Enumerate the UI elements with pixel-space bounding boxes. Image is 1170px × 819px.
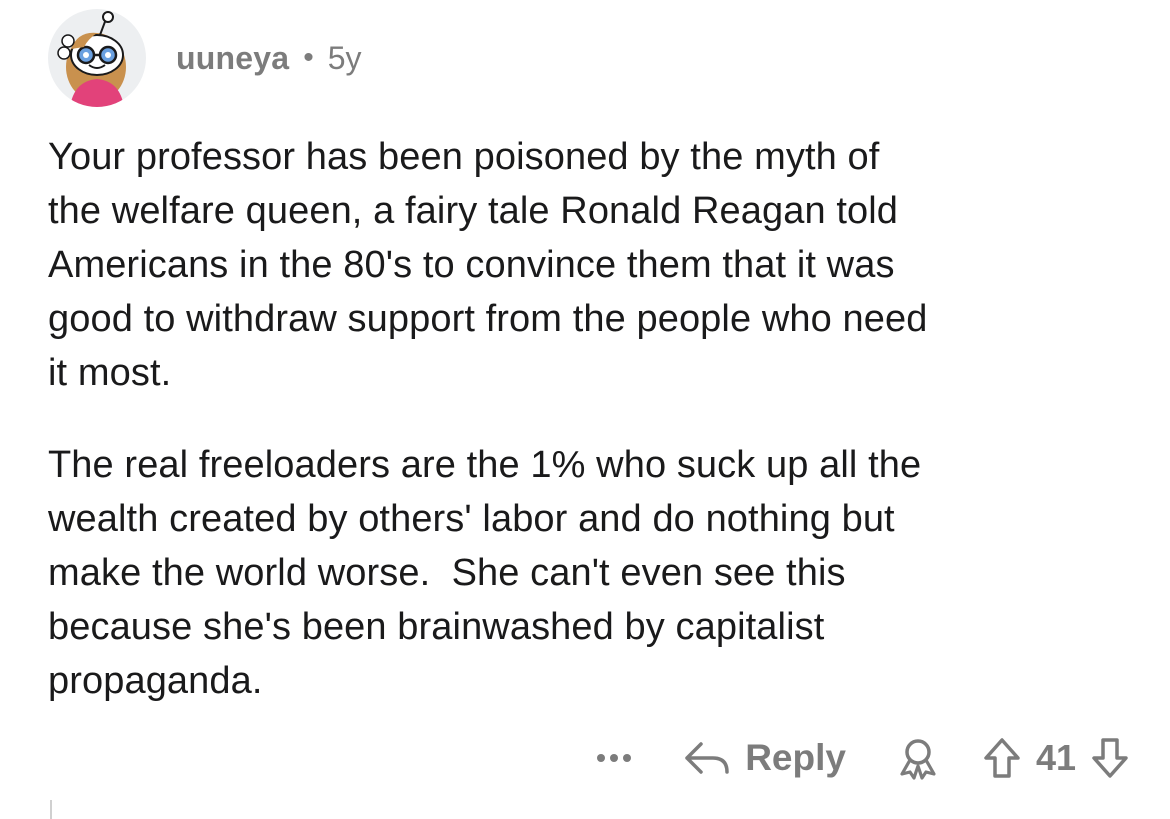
comment-paragraph-1: Your professor has been poisoned by the … <box>48 136 928 394</box>
author-username[interactable]: uuneya <box>176 40 289 77</box>
ellipsis-icon <box>623 754 632 762</box>
vote-controls: 41 <box>982 736 1130 780</box>
reply-button[interactable]: Reply <box>683 737 846 779</box>
upvote-arrow-icon <box>984 738 1020 778</box>
award-button[interactable] <box>896 736 940 780</box>
comment-age: 5y <box>327 39 362 76</box>
reply-label: Reply <box>745 737 846 778</box>
comment-header: uuneya • 5y <box>48 8 362 108</box>
avatar[interactable] <box>48 9 146 107</box>
comment-actions: Reply 41 <box>597 728 1130 788</box>
upvote-button[interactable] <box>982 736 1022 780</box>
thread-line <box>50 800 52 819</box>
award-icon <box>900 739 936 780</box>
comment-paragraph-2: The real freeloaders are the 1% who suck… <box>48 444 922 702</box>
meta-separator: • <box>303 41 314 74</box>
downvote-button[interactable] <box>1090 736 1130 780</box>
vote-score: 41 <box>1035 737 1076 778</box>
snoo-avatar-icon <box>57 11 126 107</box>
reply-arrow-icon <box>685 742 729 774</box>
ellipsis-icon <box>597 754 606 762</box>
ellipsis-icon <box>610 754 619 762</box>
comment-body: Your professor has been poisoned by the … <box>48 130 1138 708</box>
more-options-button[interactable] <box>597 754 632 762</box>
downvote-arrow-icon <box>1092 738 1128 778</box>
